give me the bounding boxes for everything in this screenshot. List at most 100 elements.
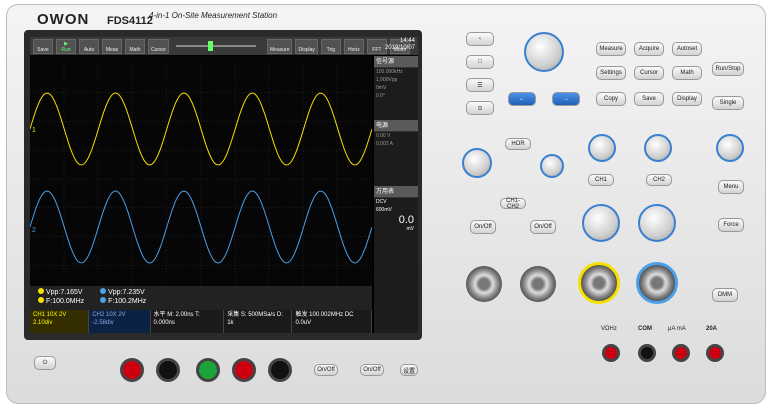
ch1-marker[interactable]: 1 [32,127,36,134]
meter-header[interactable]: 万用表 [374,186,418,198]
power-out-neg1[interactable] [156,358,180,382]
power-ch1-onoff[interactable]: On/Off [314,364,338,376]
measure-button[interactable]: Measure [596,42,626,56]
power-out-gnd[interactable] [196,358,220,382]
ch1-volts-knob[interactable] [582,204,620,242]
ch2-status[interactable]: CH2 10X 2V -2.58div [89,310,151,333]
universal-knob[interactable] [524,32,564,72]
left-arrow-button[interactable]: ← [508,92,536,106]
measure-menu-button[interactable]: Measure [267,38,293,54]
timebase-knob[interactable] [540,154,564,178]
meter-range: 600mV [376,207,392,213]
model-label: FDS4112 [107,15,153,27]
meas-button[interactable]: Meas [102,38,122,54]
dmm-v-jack[interactable] [602,344,620,362]
horiz-menu-button[interactable]: Horiz [343,38,364,54]
waveform-grid: 1 2 [30,56,372,302]
save-hw-button[interactable]: Save [634,92,664,106]
power-header[interactable]: 电源 [374,120,418,132]
source-ch1-onoff[interactable]: On/Off [470,220,496,234]
subtitle: 4-in-1 On-Site Measurement Station [149,11,278,20]
source-out1-bnc[interactable] [466,266,502,302]
dmm-button[interactable]: DMM [712,288,738,302]
source-vpp: 1.000Vpp [376,77,398,83]
trigger-status[interactable]: 触发 100.002MHz DC 0.0uV [292,310,372,333]
source-header[interactable]: 信号源 [374,56,418,68]
side-panel: 信号源 100.000kHz 1.000Vpp 0mV 0.0° 电源 0.00… [374,56,418,333]
dmm-20a-jack[interactable] [706,344,724,362]
dmm-com-label: COM [638,326,652,332]
copy-button[interactable]: Copy [596,92,626,106]
ch2-input-bnc[interactable] [636,262,678,304]
ch1-freq: F:100.0MHz [46,298,85,305]
menu-button[interactable]: ☰ [466,78,494,92]
dmm-v-label: VΩHz [601,326,617,332]
hor-button[interactable]: HOR [505,138,531,150]
trigger-marker[interactable] [208,40,214,51]
ch1-button[interactable]: CH1 [588,174,614,186]
auto-button[interactable]: Auto [79,38,99,54]
acquire-button[interactable]: Acquire [634,42,664,56]
power-voltage: 0.00 V [376,133,391,139]
ch2-marker[interactable]: 2 [32,227,36,234]
ch2-volts-knob[interactable] [638,204,676,242]
source-out2-bnc[interactable] [520,266,556,302]
power-ch2-onoff[interactable]: On/Off [360,364,384,376]
cursor-hw-button[interactable]: Cursor [634,66,664,80]
back-button[interactable]: ‹ [466,32,494,46]
run-button[interactable]: ▶ Run [56,38,76,54]
math-button[interactable]: Math [125,38,145,54]
power-out-pos2[interactable] [232,358,256,382]
acquire-status[interactable]: 采集 S: 500MSa/s D: 1k [224,310,293,333]
fft-button[interactable]: FFT [366,38,387,54]
horizontal-position-knob[interactable] [462,148,492,178]
ch2-button[interactable]: CH2 [646,174,672,186]
source-offset: 0mV [376,85,387,91]
source-ch2-onoff[interactable]: On/Off [530,220,556,234]
save-button[interactable]: Save [33,38,53,54]
settings-button[interactable]: Settings [596,66,626,80]
meter-mode: DCV [376,199,387,205]
status-bar: CH1 10X 2V 2.10div CH2 10X 2V -2.58div 水… [30,310,372,333]
display-screen: Save ▶ Run Auto Meas Math Cursor Measure … [30,37,418,333]
power-out-pos1[interactable] [120,358,144,382]
dmm-ma-jack[interactable] [672,344,690,362]
ch2-vpp: Vpp:7.235V [108,289,145,296]
toolbar: Save ▶ Run Auto Meas Math Cursor Measure … [30,37,418,55]
ch2-waveform [30,190,372,264]
lock-button[interactable]: ⊙ [466,101,494,115]
dmm-ma-label: μA mA [668,326,686,332]
trigger-menu-button[interactable]: Menu [718,180,744,194]
power-out-neg2[interactable] [268,358,292,382]
ch1-ch2-button[interactable]: CH1-CH2 [500,198,526,210]
ch1-input-bnc[interactable] [578,262,620,304]
run-stop-button[interactable]: Run/Stop [712,62,744,76]
meter-unit: mV [406,226,415,232]
single-button[interactable]: Single [712,96,744,110]
dmm-com-jack[interactable] [638,344,656,362]
power-settings-button[interactable]: 设置 [400,364,418,376]
ch1-status[interactable]: CH1 10X 2V 2.10div [30,310,90,333]
trigger-position-track[interactable] [172,39,264,54]
power-current: 0.002 A [376,141,393,147]
cursor-button[interactable]: Cursor [148,38,170,54]
math-hw-button[interactable]: Math [672,66,702,80]
main-button[interactable]: □ [466,55,494,69]
source-freq: 100.000kHz [376,69,403,75]
ch1-position-knob[interactable] [588,134,616,162]
power-button[interactable]: ⏻ [34,356,56,370]
ch2-position-knob[interactable] [644,134,672,162]
ch1-vpp: Vpp:7.165V [46,289,83,296]
clock: 14:44 2019/10/07 [384,38,415,51]
brand-logo: OWON [37,11,90,28]
trig-menu-button[interactable]: Trig [320,38,341,54]
right-arrow-button[interactable]: → [552,92,580,106]
display-menu-button[interactable]: Display [295,38,318,54]
horizontal-status[interactable]: 水平 M: 2.00ns T: 0.000ns [150,310,225,333]
autoset-button[interactable]: Autoset [672,42,702,56]
trigger-level-knob[interactable] [716,134,744,162]
force-button[interactable]: Force [718,218,744,232]
meter-value: 0.0 [398,214,414,226]
display-hw-button[interactable]: Display [672,92,702,106]
ch2-freq: F:100.2MHz [108,298,147,305]
